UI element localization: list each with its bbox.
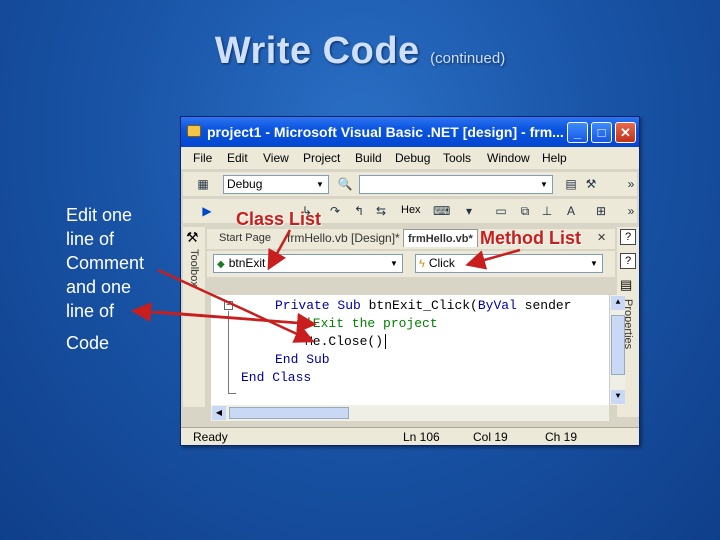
arrow-comment-line-back [131,302,313,326]
arrow-class-list [267,229,292,271]
arrow-code-line [157,268,315,343]
annotation-arrows [131,229,521,343]
arrow-method-list [465,248,521,270]
